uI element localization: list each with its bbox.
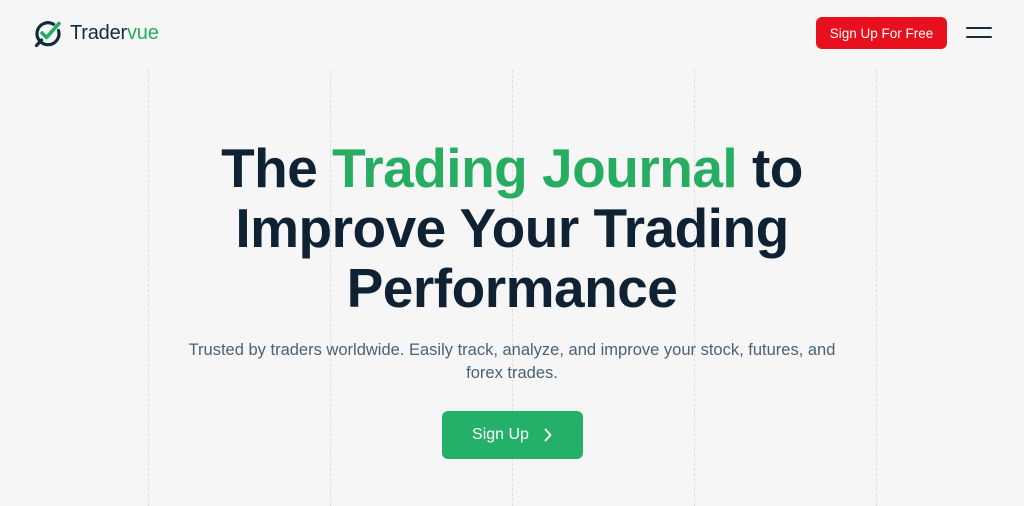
hamburger-menu-icon[interactable] xyxy=(966,26,992,40)
logo-wordmark: Tradervue xyxy=(70,23,159,43)
hero-title: The Trading Journal to Improve Your Trad… xyxy=(112,138,912,318)
logo-wordmark-part2: vue xyxy=(126,22,159,44)
signup-button[interactable]: Sign Up xyxy=(442,411,583,459)
menu-bar xyxy=(966,27,992,29)
brand-logo[interactable]: Tradervue xyxy=(32,16,159,50)
logo-icon xyxy=(34,21,61,48)
menu-bar xyxy=(966,36,992,38)
hero-title-highlight: Trading Journal xyxy=(332,137,738,199)
site-header: Tradervue Sign Up For Free xyxy=(0,0,1024,66)
signup-button-label: Sign Up xyxy=(472,426,529,443)
chevron-right-icon xyxy=(544,428,552,442)
landing-page: Tradervue Sign Up For Free The Trading J… xyxy=(0,0,1024,506)
hero-title-part1: The xyxy=(221,137,333,199)
logo-wordmark-part1: Trader xyxy=(70,22,127,44)
hero-subtitle: Trusted by traders worldwide. Easily tra… xyxy=(188,341,836,382)
signup-free-button[interactable]: Sign Up For Free xyxy=(816,17,947,49)
